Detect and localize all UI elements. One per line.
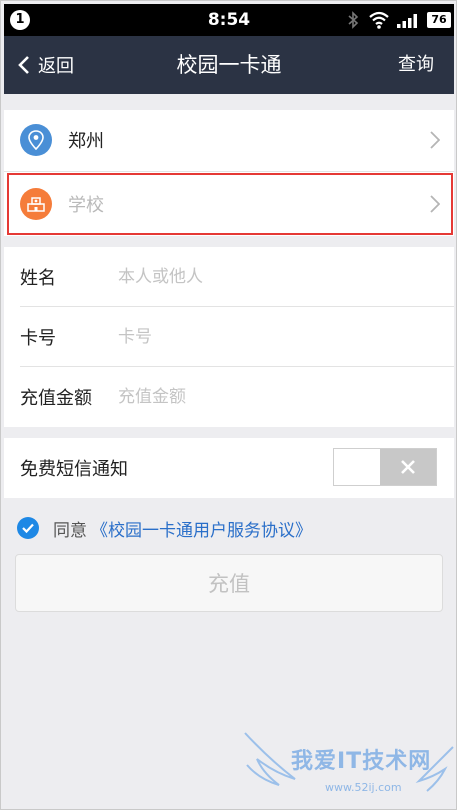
location-group: 郑州 学校 bbox=[4, 110, 454, 236]
close-icon bbox=[401, 460, 415, 474]
watermark: 我爱IT技术网 www.52ij.com bbox=[239, 729, 457, 809]
school-label: 学校 bbox=[68, 195, 104, 216]
recharge-form: 姓名 卡号 充值金额 bbox=[4, 247, 454, 427]
name-label: 姓名 bbox=[20, 268, 56, 289]
name-row: 姓名 bbox=[4, 247, 454, 307]
card-number-input[interactable] bbox=[118, 322, 418, 352]
sms-toggle[interactable] bbox=[333, 448, 437, 486]
chevron-right-icon bbox=[430, 131, 440, 149]
card-label: 卡号 bbox=[20, 328, 56, 349]
agreement-row: 同意 《校园一卡通用户服务协议》 bbox=[17, 514, 312, 542]
amount-row: 充值金额 bbox=[4, 367, 454, 427]
wifi-icon bbox=[369, 11, 389, 29]
agreement-prefix: 同意 bbox=[53, 520, 87, 541]
toggle-knob bbox=[380, 449, 436, 485]
divider bbox=[4, 171, 454, 172]
location-pin-icon bbox=[20, 124, 52, 156]
page-title: 校园一卡通 bbox=[176, 53, 282, 77]
city-selector[interactable]: 郑州 bbox=[4, 110, 454, 170]
chevron-right-icon bbox=[430, 195, 440, 213]
recharge-button[interactable]: 充值 bbox=[15, 554, 443, 612]
city-label: 郑州 bbox=[68, 131, 104, 152]
sms-label: 免费短信通知 bbox=[20, 459, 128, 480]
checkmark-icon[interactable] bbox=[17, 517, 39, 539]
bluetooth-icon bbox=[348, 11, 359, 29]
signal-icon bbox=[397, 14, 417, 28]
card-row: 卡号 bbox=[4, 307, 454, 367]
query-button[interactable]: 查询 bbox=[398, 36, 434, 94]
status-bar: 1 8:54 76 bbox=[4, 4, 454, 36]
school-icon bbox=[20, 188, 52, 220]
amount-input[interactable] bbox=[118, 382, 418, 412]
battery-icon: 76 bbox=[427, 12, 451, 28]
nav-bar: 返回 校园一卡通 查询 bbox=[4, 36, 454, 94]
name-input[interactable] bbox=[118, 262, 418, 292]
watermark-text: 我爱IT技术网 bbox=[291, 749, 432, 774]
school-selector[interactable]: 学校 bbox=[4, 174, 454, 234]
watermark-url: www.52ij.com bbox=[325, 781, 402, 794]
agreement-link[interactable]: 《校园一卡通用户服务协议》 bbox=[91, 516, 312, 541]
amount-label: 充值金额 bbox=[20, 388, 92, 409]
